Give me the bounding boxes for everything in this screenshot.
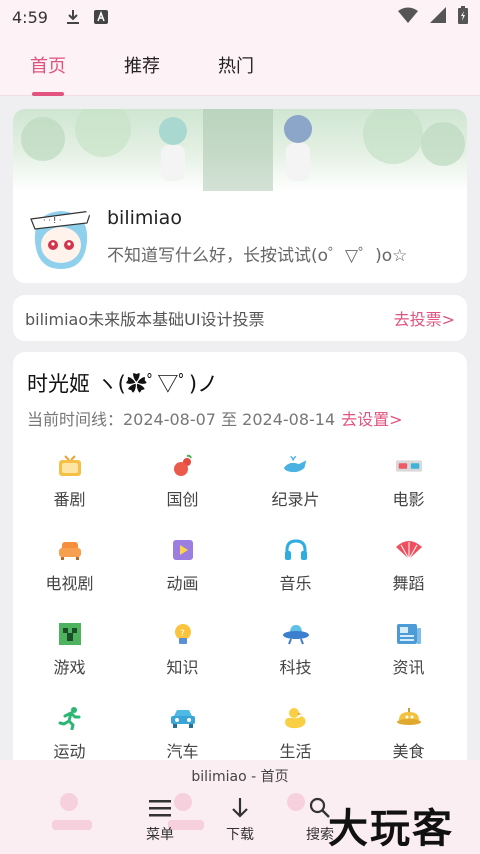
timeline-settings-link[interactable]: 去设置> [341,410,402,429]
category-sports[interactable]: 运动 [13,700,126,760]
category-label: 纪录片 [271,490,320,509]
category-label: 电视剧 [45,574,94,593]
wifi-icon [398,7,418,27]
timeline-card: 时光姬 ヽ(✿ﾟ▽ﾟ)ノ 当前时间线：2024-08-07 至 2024-08-… [13,352,467,760]
vote-text: bilimiao未来版本基础UI设计投票 [25,310,265,329]
profile-name: bilimiao [107,207,182,229]
menu-button[interactable]: 菜单 [130,796,190,844]
home-content[interactable]: · · ! · bilimiao 不知道写什么好，长按试试(o゜▽゜)o☆ bi… [0,96,480,760]
category-label: 番剧 [53,490,86,509]
3d-glasses-icon [395,452,423,480]
download-status-icon [66,9,80,25]
car-icon [169,704,197,732]
category-documentary[interactable]: 纪录片 [239,448,352,532]
battery-icon [458,6,468,28]
tab-recommend[interactable]: 推荐 [124,34,160,96]
category-tv[interactable]: 电视剧 [13,532,126,616]
avatar[interactable]: · · ! · [25,201,97,273]
bottom-bar: bilimiao - 首页 菜单 下载 搜索 大玩客 [0,760,480,854]
runner-icon [56,704,84,732]
lightbulb-icon: ? [169,620,197,648]
sofa-icon [56,536,84,564]
watermark: 大玩客 [328,805,454,852]
whale-icon [282,452,310,480]
category-life[interactable]: 生活 [239,700,352,760]
vote-card[interactable]: bilimiao未来版本基础UI设计投票 去投票> [13,295,467,341]
category-label: 美食 [392,742,425,760]
play-icon [169,536,197,564]
category-food[interactable]: 美食 [352,700,465,760]
category-animation[interactable]: 动画 [126,532,239,616]
category-label: 汽车 [166,742,199,760]
ufo-icon [282,620,310,648]
vote-link[interactable]: 去投票> [394,306,455,330]
creeper-icon [56,620,84,648]
category-car[interactable]: 汽车 [126,700,239,760]
bottom-title: bilimiao - 首页 [191,769,289,785]
category-label: 知识 [166,658,199,677]
download-button[interactable]: 下载 [210,796,270,844]
category-label: 科技 [279,658,312,677]
category-game[interactable]: 游戏 [13,616,126,700]
gourd-icon [169,452,197,480]
category-news[interactable]: 资讯 [352,616,465,700]
menu-label: 菜单 [146,827,174,843]
timeline-title: 时光姬 ヽ(✿ﾟ▽ﾟ)ノ [27,372,219,396]
category-movie[interactable]: 电影 [352,448,465,532]
profile-banner [13,109,467,191]
profile-card[interactable]: · · ! · bilimiao 不知道写什么好，长按试试(o゜▽゜)o☆ [13,109,467,283]
svg-text:· · ! ·: · · ! · [43,216,61,225]
tab-hot[interactable]: 热门 [218,34,254,96]
app-status-icon [93,10,108,24]
category-label: 生活 [279,742,312,760]
signal-icon [430,7,446,27]
category-label: 游戏 [53,658,86,677]
category-label: 动画 [166,574,199,593]
category-label: 国创 [166,490,199,509]
download-icon [230,796,250,820]
category-label: 资讯 [392,658,425,677]
category-label: 运动 [53,742,86,760]
category-tech[interactable]: 科技 [239,616,352,700]
timeline-range: 当前时间线：2024-08-07 至 2024-08-14 去设置> [27,406,403,430]
food-icon [395,704,423,732]
fan-icon [395,536,423,564]
category-bangumi[interactable]: 番剧 [13,448,126,532]
newspaper-icon [395,620,423,648]
status-time: 4:59 [12,7,48,27]
category-label: 音乐 [279,574,312,593]
menu-icon [149,796,171,820]
category-guochuang[interactable]: 国创 [126,448,239,532]
category-dance[interactable]: 舞蹈 [352,532,465,616]
svg-text:?: ? [180,629,185,639]
category-knowledge[interactable]: ? 知识 [126,616,239,700]
headphones-icon [282,536,310,564]
category-music[interactable]: 音乐 [239,532,352,616]
category-label: 电影 [392,490,425,509]
duck-icon [282,704,310,732]
timeline-range-text: 当前时间线：2024-08-07 至 2024-08-14 [27,410,336,429]
download-label: 下载 [226,827,254,843]
category-label: 舞蹈 [392,574,425,593]
profile-description: 不知道写什么好，长按试试(o゜▽゜)o☆ [107,246,408,266]
tv-icon [56,452,84,480]
status-bar: 4:59 [0,0,480,34]
profile-row: · · ! · bilimiao 不知道写什么好，长按试试(o゜▽゜)o☆ [13,201,467,283]
tab-home[interactable]: 首页 [30,34,66,96]
top-tabs: 首页 推荐 热门 [0,34,480,96]
